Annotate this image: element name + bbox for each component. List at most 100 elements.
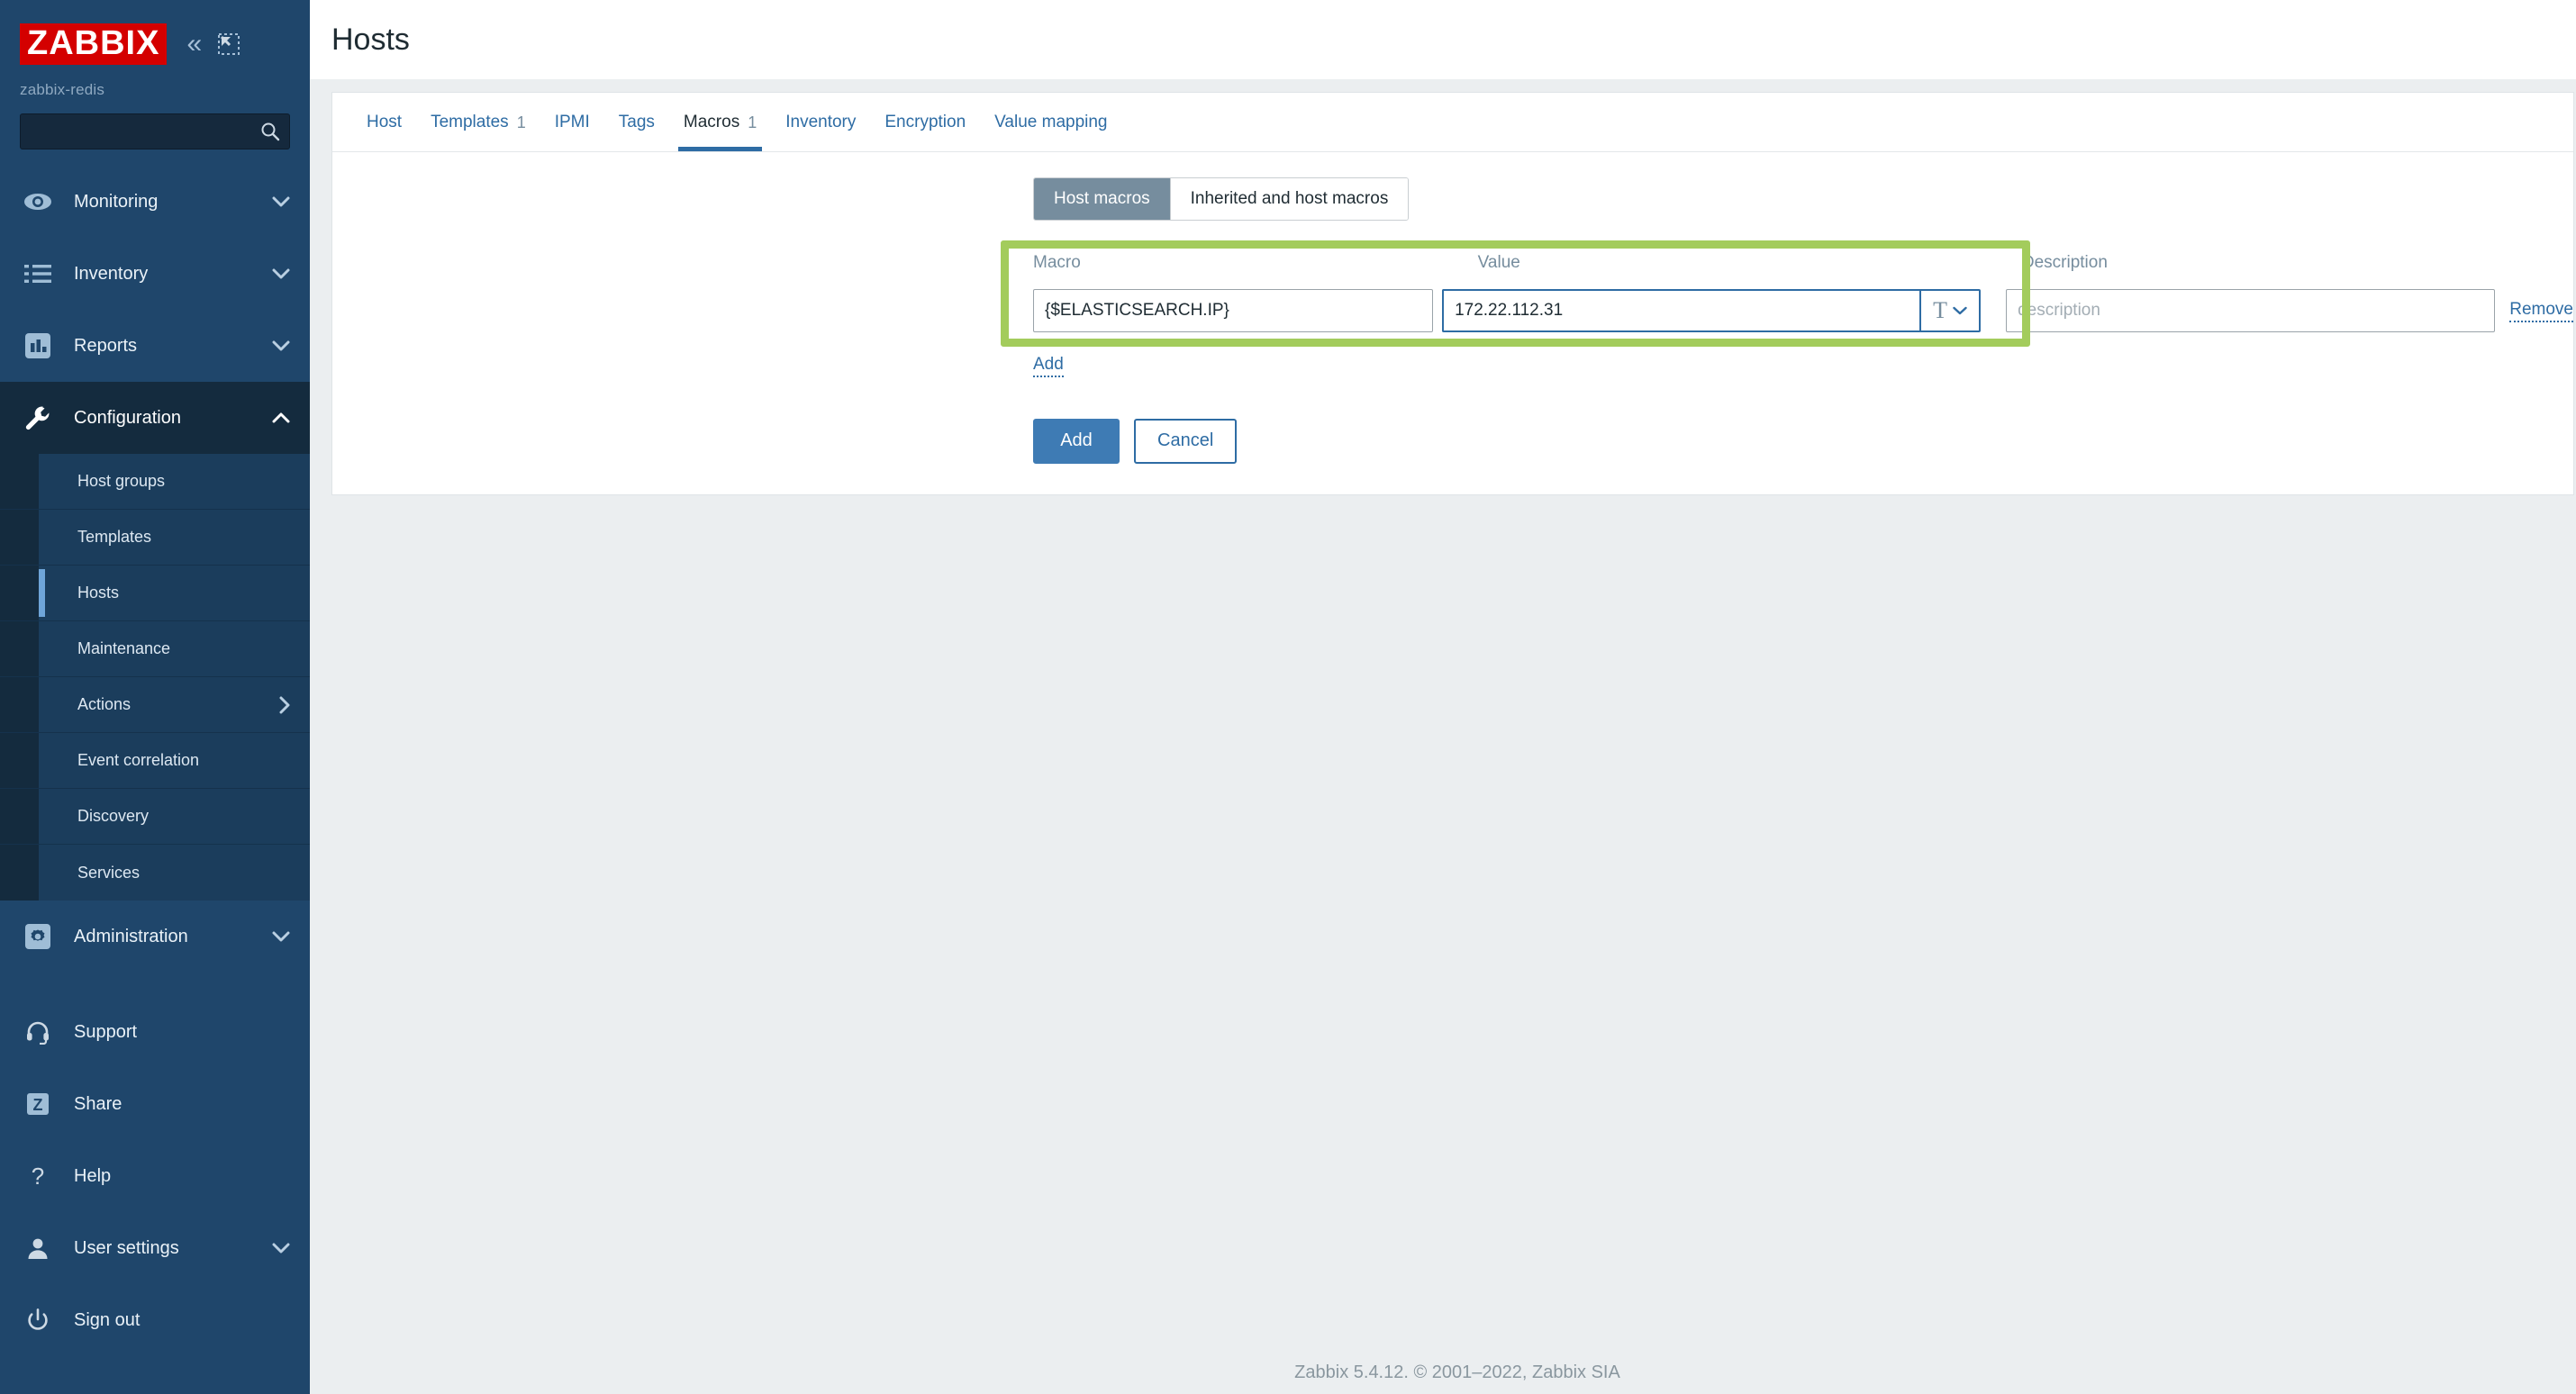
zabbix-logo[interactable]: ZABBIX xyxy=(20,23,168,65)
svg-text:Z: Z xyxy=(33,1096,43,1114)
sidebar-item-maintenance[interactable]: Maintenance xyxy=(0,621,310,677)
sidebar-item-share[interactable]: Z Share xyxy=(0,1068,310,1140)
sidebar-item-sign-out[interactable]: Sign out xyxy=(0,1284,310,1356)
macro-description-input[interactable] xyxy=(2006,289,2496,332)
svg-text:?: ? xyxy=(32,1163,44,1189)
macro-view-toggle: Host macros Inherited and host macros xyxy=(1033,177,1410,221)
sidebar-subitem-label: Discovery xyxy=(77,807,150,825)
value-type-dropdown-button[interactable]: T xyxy=(1919,289,1982,332)
bar-chart-icon xyxy=(20,332,56,359)
radio-label: Inherited and host macros xyxy=(1190,189,1389,208)
macro-value-input[interactable] xyxy=(1442,289,1920,332)
tab-label: Templates xyxy=(431,113,509,131)
sidebar-item-label: Reports xyxy=(74,335,138,356)
sidebar-item-actions[interactable]: Actions xyxy=(0,677,310,733)
tab-ipmi[interactable]: IPMI xyxy=(540,94,604,151)
sidebar-search-wrap xyxy=(0,99,310,149)
sidebar-item-monitoring[interactable]: Monitoring xyxy=(0,166,310,238)
tab-macros[interactable]: Macros 1 xyxy=(669,94,771,151)
tab-label: Host xyxy=(367,113,403,131)
macro-view-toggle-row: Host macros Inherited and host macros xyxy=(332,177,2573,221)
sidebar-item-configuration[interactable]: Configuration xyxy=(0,382,310,454)
chevron-up-icon[interactable] xyxy=(272,412,290,423)
sidebar-subitem-label: Services xyxy=(77,863,141,882)
submit-add-button[interactable]: Add xyxy=(1033,418,1120,464)
column-header-value: Value xyxy=(1477,253,1520,272)
tab-tags[interactable]: Tags xyxy=(604,94,669,151)
sidebar-header: ZABBIX « xyxy=(0,16,310,72)
compact-view-icon[interactable] xyxy=(218,33,240,55)
sidebar-item-label: Help xyxy=(74,1165,112,1186)
sidebar-item-user-settings[interactable]: User settings xyxy=(0,1212,310,1284)
sidebar-item-services[interactable]: Services xyxy=(0,845,310,901)
macro-name-input[interactable] xyxy=(1033,289,1434,332)
tab-inventory[interactable]: Inventory xyxy=(771,94,870,151)
sidebar-nav: Monitoring Inventory Reports Configurati… xyxy=(0,166,310,973)
sidebar-hostname: zabbix-redis xyxy=(20,81,105,98)
headset-icon xyxy=(20,1019,56,1045)
sidebar-subitem-label: Event correlation xyxy=(77,751,200,769)
remove-macro-link[interactable]: Remove xyxy=(2509,299,2573,322)
sidebar-item-label: Inventory xyxy=(74,263,149,284)
text-type-icon: T xyxy=(1933,297,1947,323)
page-header: Hosts xyxy=(310,0,2576,79)
sidebar-item-label: Administration xyxy=(74,926,188,946)
question-mark-icon: ? xyxy=(20,1163,56,1189)
list-icon xyxy=(20,263,56,285)
chevron-right-icon[interactable] xyxy=(279,696,290,714)
sidebar-item-inventory[interactable]: Inventory xyxy=(0,238,310,310)
sidebar-item-label: Monitoring xyxy=(74,191,159,212)
add-macro-row: Add xyxy=(332,354,2573,377)
sidebar-item-reports[interactable]: Reports xyxy=(0,310,310,382)
search-input[interactable] xyxy=(30,123,260,140)
search-icon[interactable] xyxy=(260,122,280,141)
power-icon xyxy=(20,1308,56,1333)
sidebar-item-help[interactable]: ? Help xyxy=(0,1140,310,1212)
tab-value-mapping[interactable]: Value mapping xyxy=(980,94,1121,151)
eye-icon xyxy=(20,192,56,212)
search-box[interactable] xyxy=(20,113,290,149)
zabbix-app: ZABBIX « zabbix-redis Monitoring Invento… xyxy=(0,0,2576,1394)
sidebar-bottom-nav: Support Z Share ? Help User settings Sig… xyxy=(0,996,310,1356)
sidebar-subitem-label: Host groups xyxy=(77,472,166,490)
radio-label: Host macros xyxy=(1054,189,1150,208)
page-title: Hosts xyxy=(331,22,410,57)
sidebar-item-host-groups[interactable]: Host groups xyxy=(0,454,310,510)
sidebar-item-templates[interactable]: Templates xyxy=(0,510,310,566)
main-content: Hosts Host Templates 1 IPMI Tags Macros … xyxy=(310,0,2576,1394)
add-macro-link[interactable]: Add xyxy=(1033,354,1064,377)
sidebar-item-support[interactable]: Support xyxy=(0,996,310,1068)
double-chevron-left-icon[interactable]: « xyxy=(186,31,202,58)
sidebar: ZABBIX « zabbix-redis Monitoring Invento… xyxy=(0,0,310,1394)
radio-host-macros[interactable]: Host macros xyxy=(1034,178,1171,220)
macros-panel: Host macros Inherited and host macros Ma… xyxy=(332,152,2573,494)
gear-icon xyxy=(20,923,56,950)
sidebar-item-discovery[interactable]: Discovery xyxy=(0,789,310,845)
sidebar-item-administration[interactable]: Administration xyxy=(0,901,310,973)
chevron-down-icon[interactable] xyxy=(272,196,290,207)
sidebar-subitem-label: Hosts xyxy=(77,584,120,602)
macro-table-row: T Remove xyxy=(1033,289,2573,332)
tab-count: 1 xyxy=(516,113,526,131)
sidebar-item-hosts[interactable]: Hosts xyxy=(0,566,310,621)
host-tabs: Host Templates 1 IPMI Tags Macros 1 Inve… xyxy=(332,93,2573,152)
tab-label: IPMI xyxy=(554,113,590,131)
chevron-down-icon[interactable] xyxy=(272,931,290,942)
form-actions: Add Cancel xyxy=(332,418,2573,464)
cancel-button[interactable]: Cancel xyxy=(1134,418,1238,464)
footer: Zabbix 5.4.12. © 2001–2022, Zabbix SIA xyxy=(1294,1362,1620,1382)
tab-host[interactable]: Host xyxy=(352,94,416,151)
sidebar-item-label: Configuration xyxy=(74,407,181,428)
tab-encryption[interactable]: Encryption xyxy=(870,94,980,151)
tab-templates[interactable]: Templates 1 xyxy=(416,94,540,151)
sidebar-header-icons: « xyxy=(186,31,240,58)
chevron-down-icon[interactable] xyxy=(272,268,290,279)
sidebar-item-event-correlation[interactable]: Event correlation xyxy=(0,733,310,789)
wrench-icon xyxy=(20,404,56,431)
sidebar-item-label: Share xyxy=(74,1093,122,1114)
zabbix-share-icon: Z xyxy=(20,1091,56,1117)
radio-inherited-and-host-macros[interactable]: Inherited and host macros xyxy=(1170,178,1409,220)
tab-label: Encryption xyxy=(884,113,966,131)
chevron-down-icon[interactable] xyxy=(272,1243,290,1254)
chevron-down-icon[interactable] xyxy=(272,340,290,351)
